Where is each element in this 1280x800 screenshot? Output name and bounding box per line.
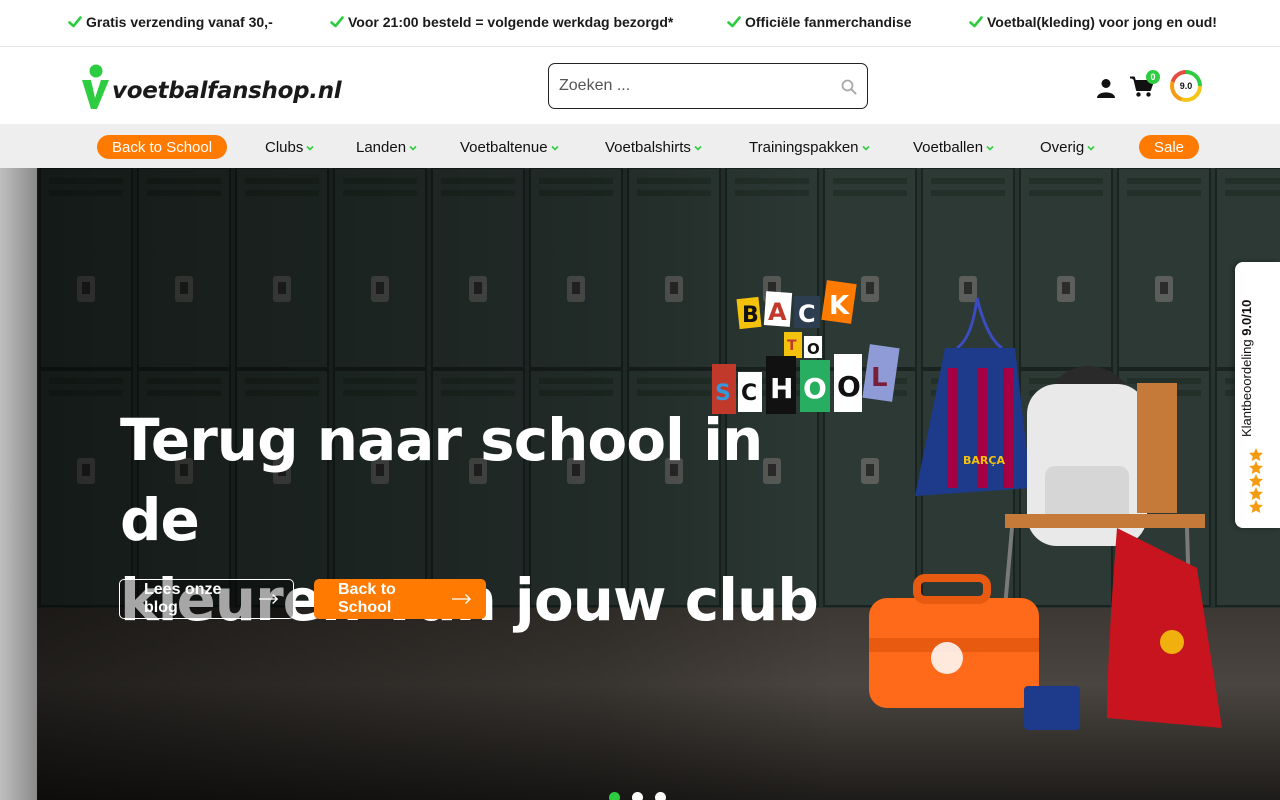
back-to-school-button[interactable]: Back to School [314, 579, 486, 619]
collage-letter: O [807, 340, 820, 358]
slider-dot[interactable] [632, 792, 643, 800]
arrow-right-icon [452, 594, 472, 604]
search-icon[interactable] [841, 79, 857, 95]
bags-illustration: BARÇA [869, 297, 1222, 730]
check-icon [727, 16, 741, 28]
slider-dot[interactable] [655, 792, 666, 800]
arrow-right-icon [259, 593, 279, 605]
usp-item-delivery: Voor 21:00 besteld = volgende werkdag be… [330, 14, 673, 30]
rating-score: 9.0 [1174, 74, 1198, 98]
logo[interactable]: voetbalfanshop.nl [82, 64, 342, 110]
review-text: Klantbeoordeling 9.0/10 [1239, 299, 1254, 437]
main-nav: Back to School Clubs Landen Voetbaltenue… [0, 124, 1280, 168]
usp-item-all-ages: Voetbal(kleding) voor jong en oud! [969, 14, 1217, 30]
nav-item-voetbaltenue[interactable]: Voetbaltenue [460, 135, 559, 159]
chevron-down-icon [986, 145, 994, 151]
collage-letter: T [787, 338, 797, 354]
bag-label: BARÇA [963, 454, 1005, 467]
hero-banner: B A C K T O S C H O O L BARÇA Terug naar… [37, 168, 1280, 800]
check-icon [330, 16, 344, 28]
chevron-down-icon [861, 145, 870, 151]
usp-item-official: Officiële fanmerchandise [727, 14, 912, 30]
search-box [548, 63, 868, 109]
nav-item-landen[interactable]: Landen [356, 135, 417, 159]
chevron-down-icon [306, 145, 314, 151]
chevron-down-icon [409, 145, 417, 151]
chevron-down-icon [551, 145, 559, 151]
nav-item-overig[interactable]: Overig [1040, 135, 1095, 159]
logo-mark-icon [82, 64, 109, 109]
user-icon[interactable] [1096, 78, 1116, 98]
rating-badge[interactable]: 9.0 [1170, 70, 1202, 102]
read-blog-button[interactable]: Lees onze blog [119, 579, 294, 619]
nav-item-voetbalshirts[interactable]: Voetbalshirts [605, 135, 702, 159]
check-icon [68, 16, 82, 28]
check-icon [969, 16, 983, 28]
slider-dots [609, 792, 666, 800]
collage-letter: A [768, 298, 787, 326]
chevron-down-icon [1087, 145, 1095, 151]
review-tab[interactable]: Klantbeoordeling 9.0/10 [1235, 262, 1280, 528]
usp-bar: Gratis verzending vanaf 30,- Voor 21:00 … [0, 0, 1280, 47]
nav-item-sale[interactable]: Sale [1139, 135, 1200, 159]
usp-item-shipping: Gratis verzending vanaf 30,- [68, 14, 273, 30]
cart-count-badge: 0 [1146, 70, 1160, 84]
slider-dot[interactable] [609, 792, 620, 800]
nav-item-clubs[interactable]: Clubs [265, 135, 314, 159]
chevron-down-icon [694, 145, 702, 151]
nav-item-voetballen[interactable]: Voetballen [913, 135, 994, 159]
search-input[interactable] [559, 72, 829, 100]
nav-item-back-to-school[interactable]: Back to School [97, 135, 228, 159]
star-rating-icon [1249, 448, 1263, 513]
collage-letter: B [742, 303, 759, 328]
previous-slide-peek [0, 168, 37, 800]
site-header: voetbalfanshop.nl 0 9.0 [0, 48, 1280, 124]
logo-text: voetbalfanshop.nl [112, 78, 342, 104]
collage-letter: C [798, 300, 816, 328]
nav-item-trainingspakken[interactable]: Trainingspakken [749, 135, 870, 159]
